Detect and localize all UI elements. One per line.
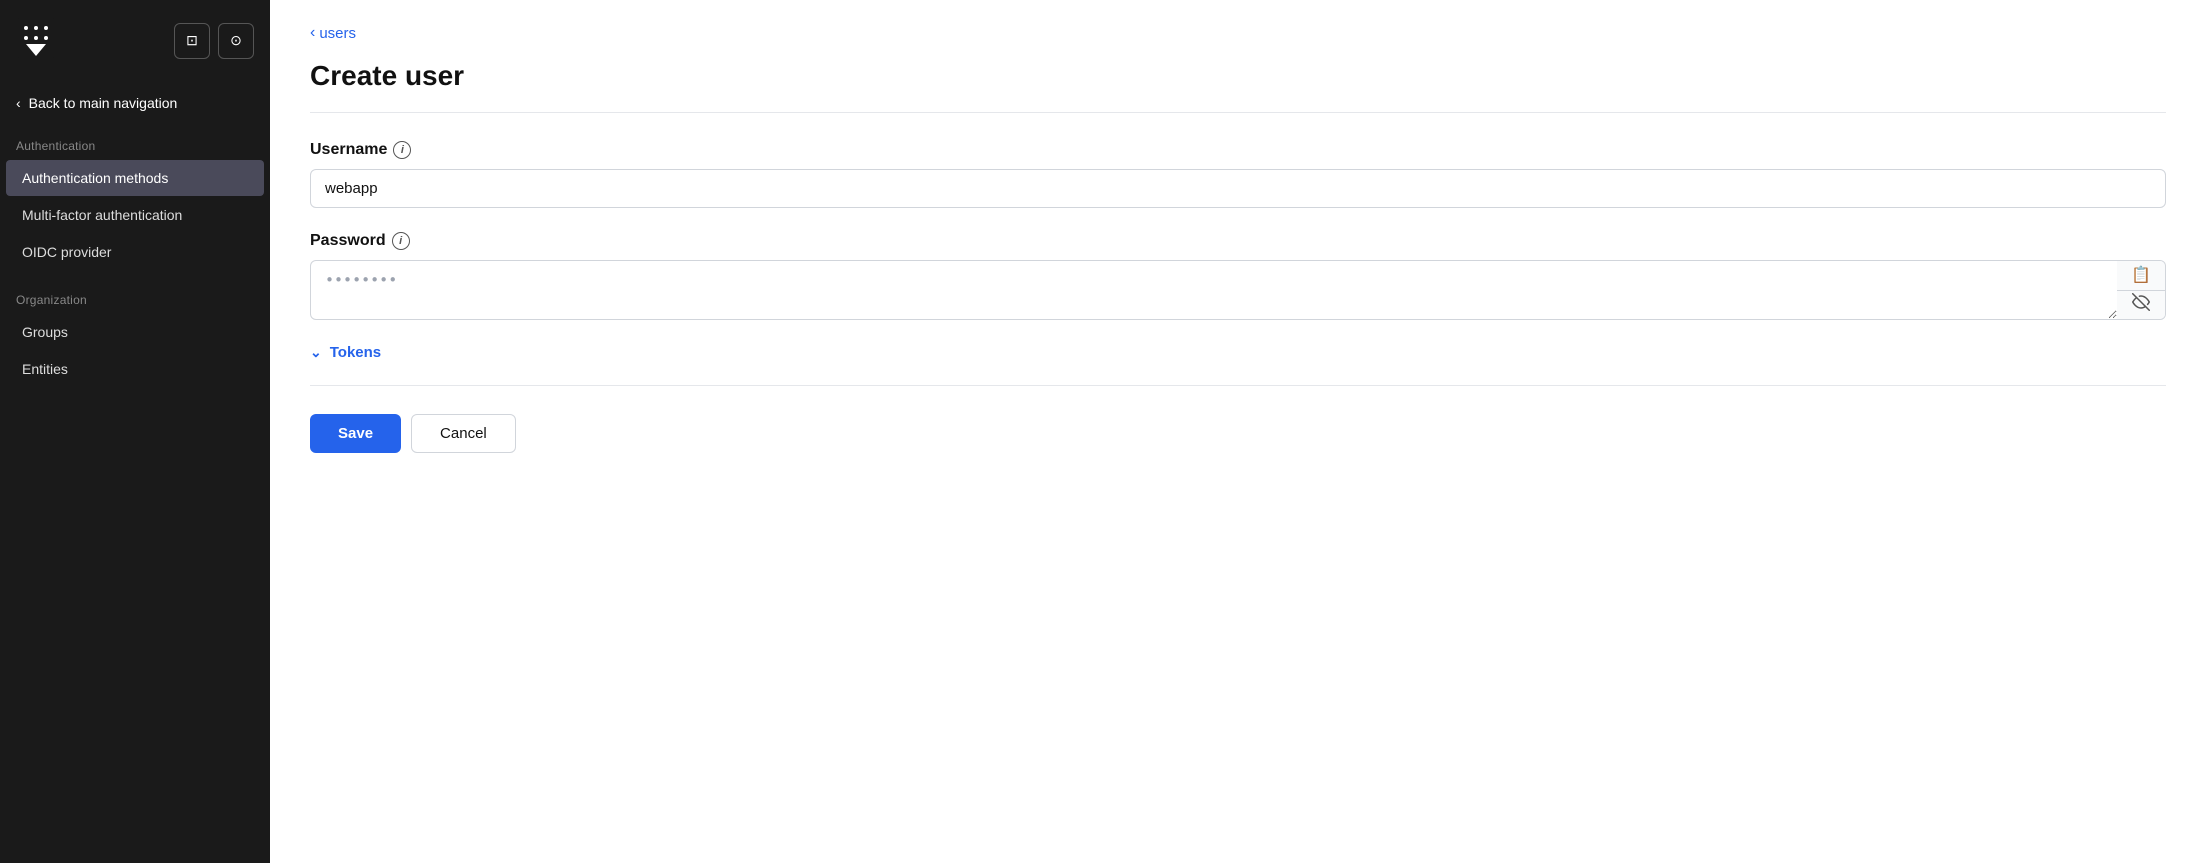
back-nav-label: Back to main navigation [29, 95, 178, 111]
org-section-label: Organization [0, 279, 270, 313]
terminal-button[interactable]: ⊡ [174, 23, 210, 59]
tokens-label: Tokens [330, 344, 381, 361]
sidebar-item-label: OIDC provider [22, 244, 111, 260]
password-field-group: Password i 📋 [310, 232, 2166, 320]
bottom-divider [310, 385, 2166, 386]
sidebar-item-label: Authentication methods [22, 170, 168, 186]
username-label: Username [310, 141, 387, 159]
breadcrumb-link[interactable]: users [319, 25, 356, 42]
user-icon: ⊙ [230, 32, 242, 49]
page-title: Create user [310, 60, 2166, 92]
eye-off-icon [2132, 293, 2150, 316]
sidebar: ⊡ ⊙ ‹ Back to main navigation Authentica… [0, 0, 270, 863]
password-textarea[interactable] [310, 260, 2117, 320]
sidebar-item-label: Multi-factor authentication [22, 207, 182, 223]
sidebar-header: ⊡ ⊙ [0, 0, 270, 81]
nav-section-organization: Organization Groups Entities [0, 279, 270, 396]
main-content: ‹ users Create user Username i Password … [270, 0, 2206, 863]
breadcrumb: ‹ users [310, 24, 2166, 42]
password-info-icon[interactable]: i [392, 232, 410, 250]
password-generate-button[interactable]: 📋 [2117, 261, 2165, 291]
sidebar-item-label: Groups [22, 324, 68, 340]
sidebar-item-label: Entities [22, 361, 68, 377]
terminal-icon: ⊡ [186, 32, 198, 49]
cancel-button[interactable]: Cancel [411, 414, 516, 453]
password-label: Password [310, 232, 386, 250]
tokens-section-toggle[interactable]: ⌄ Tokens [310, 344, 2166, 361]
password-input-wrapper: 📋 [310, 260, 2166, 320]
username-info-icon[interactable]: i [393, 141, 411, 159]
sidebar-item-oidc[interactable]: OIDC provider [6, 234, 264, 270]
sidebar-item-mfa[interactable]: Multi-factor authentication [6, 197, 264, 233]
username-label-row: Username i [310, 141, 2166, 159]
username-field-group: Username i [310, 141, 2166, 208]
tokens-chevron-icon: ⌄ [310, 344, 322, 361]
logo [16, 18, 56, 63]
sidebar-item-groups[interactable]: Groups [6, 314, 264, 350]
generate-icon: 📋 [2131, 265, 2151, 285]
save-button[interactable]: Save [310, 414, 401, 453]
username-input[interactable] [310, 169, 2166, 208]
header-icons: ⊡ ⊙ [174, 23, 254, 59]
breadcrumb-chevron-icon: ‹ [310, 24, 315, 42]
sidebar-item-auth-methods[interactable]: Authentication methods [6, 160, 264, 196]
back-to-main-nav[interactable]: ‹ Back to main navigation [0, 81, 270, 125]
nav-section-authentication: Authentication Authentication methods Mu… [0, 125, 270, 279]
user-button[interactable]: ⊙ [218, 23, 254, 59]
password-label-row: Password i [310, 232, 2166, 250]
auth-section-label: Authentication [0, 125, 270, 159]
password-toggle-visibility-button[interactable] [2117, 291, 2165, 320]
sidebar-item-entities[interactable]: Entities [6, 351, 264, 387]
title-divider [310, 112, 2166, 113]
back-chevron-icon: ‹ [16, 95, 21, 111]
password-side-buttons: 📋 [2117, 260, 2166, 320]
form-actions: Save Cancel [310, 414, 2166, 453]
